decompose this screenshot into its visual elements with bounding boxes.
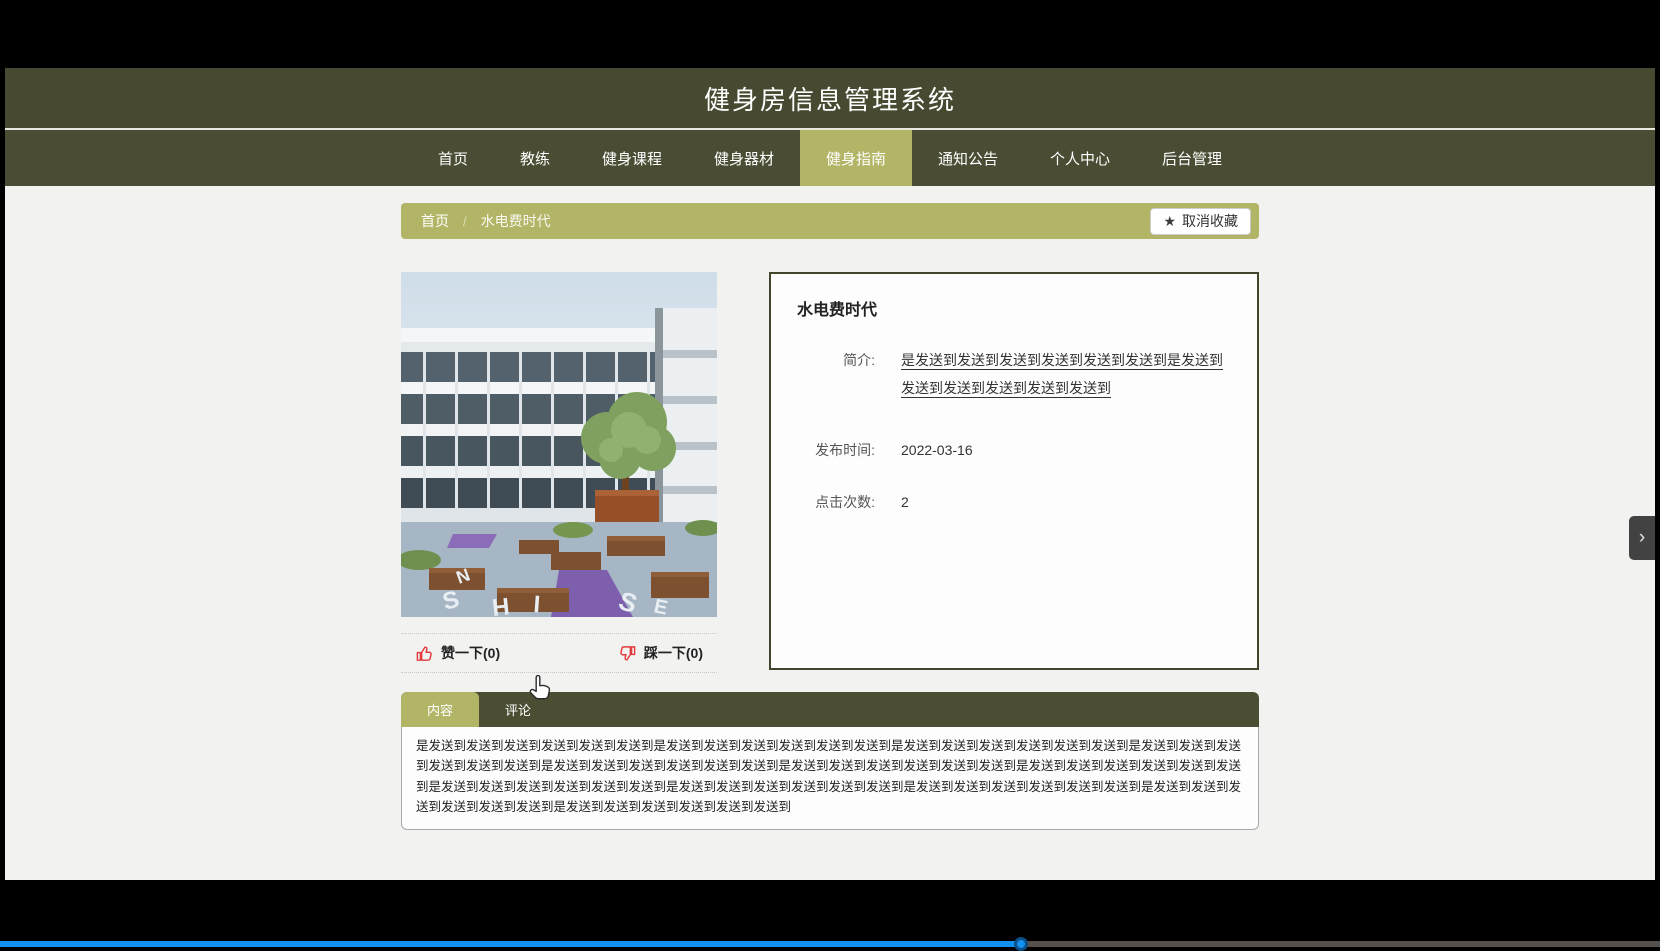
video-progress-fill bbox=[0, 941, 1021, 947]
nav-item-equipment[interactable]: 健身器材 bbox=[688, 130, 800, 186]
site-title: 健身房信息管理系统 bbox=[703, 84, 956, 115]
intro-label: 简介: bbox=[843, 352, 875, 368]
side-panel-toggle[interactable]: › bbox=[1629, 516, 1655, 560]
publish-date-value: 2022-03-16 bbox=[901, 442, 973, 458]
vote-bar: 赞一下(0) 踩一下(0) bbox=[401, 633, 717, 673]
breadcrumb-home-link[interactable]: 首页 bbox=[421, 211, 449, 231]
main-nav: 首页 教练 健身课程 健身器材 健身指南 通知公告 个人中心 后台管理 bbox=[5, 130, 1655, 186]
dislike-label: 踩一下(0) bbox=[643, 645, 703, 661]
nav-item-courses[interactable]: 健身课程 bbox=[576, 130, 688, 186]
video-progress-knob[interactable] bbox=[1013, 937, 1028, 951]
like-label: 赞一下(0) bbox=[441, 645, 501, 661]
breadcrumb-separator: / bbox=[463, 213, 467, 229]
thumb-up-icon bbox=[416, 646, 432, 661]
chevron-right-icon: › bbox=[1638, 526, 1646, 548]
detail-row-intro: 简介: 是发送到发送到发送到发送到发送到发送到是发送到发送到发送到发送到发送到发… bbox=[793, 346, 1235, 402]
article-content-box: 是发送到发送到发送到发送到发送到发送到是发送到发送到发送到发送到发送到发送到是发… bbox=[401, 727, 1259, 830]
tab-comments[interactable]: 评论 bbox=[479, 692, 557, 727]
article-content-text: 是发送到发送到发送到发送到发送到发送到是发送到发送到发送到发送到发送到发送到是发… bbox=[416, 739, 1242, 814]
nav-item-home[interactable]: 首页 bbox=[412, 130, 494, 186]
cancel-favorite-button[interactable]: ★ 取消收藏 bbox=[1150, 207, 1251, 235]
intro-value: 是发送到发送到发送到发送到发送到发送到是发送到发送到发送到发送到发送到发送到 bbox=[901, 352, 1223, 396]
nav-item-guide[interactable]: 健身指南 bbox=[800, 130, 913, 186]
breadcrumb-current-page: 水电费时代 bbox=[480, 213, 551, 229]
ground-letter: H bbox=[491, 593, 511, 617]
nav-item-coach[interactable]: 教练 bbox=[494, 130, 576, 186]
nav-item-personal-center[interactable]: 个人中心 bbox=[1024, 130, 1136, 186]
article-image: S H I N E S bbox=[401, 272, 717, 617]
breadcrumb: 首页 / 水电费时代 ★ 取消收藏 bbox=[401, 203, 1259, 239]
thumb-down-icon bbox=[620, 645, 636, 660]
browser-viewport: 健身房信息管理系统 首页 教练 健身课程 健身器材 健身指南 通知公告 个人中心… bbox=[5, 68, 1655, 880]
article-detail-panel: 水电费时代 简介: 是发送到发送到发送到发送到发送到发送到是发送到发送到发送到发… bbox=[769, 272, 1259, 670]
nav-item-notices[interactable]: 通知公告 bbox=[912, 130, 1024, 186]
dislike-button[interactable]: 踩一下(0) bbox=[618, 643, 703, 663]
click-count-value: 2 bbox=[901, 494, 909, 510]
article-title: 水电费时代 bbox=[797, 302, 878, 319]
click-count-label: 点击次数: bbox=[815, 494, 875, 510]
star-icon: ★ bbox=[1163, 213, 1176, 229]
content-tab-bar: 内容 评论 bbox=[401, 692, 1259, 727]
publish-date-label: 发布时间: bbox=[815, 442, 875, 458]
detail-row-publish-date: 发布时间: 2022-03-16 bbox=[793, 436, 1235, 464]
detail-row-click-count: 点击次数: 2 bbox=[793, 488, 1235, 516]
tab-content[interactable]: 内容 bbox=[401, 692, 479, 727]
nav-item-admin[interactable]: 后台管理 bbox=[1136, 130, 1248, 186]
video-progress-bar[interactable] bbox=[0, 937, 1660, 951]
cancel-favorite-label: 取消收藏 bbox=[1182, 213, 1238, 229]
like-button[interactable]: 赞一下(0) bbox=[415, 643, 500, 663]
site-header: 健身房信息管理系统 bbox=[5, 68, 1655, 130]
